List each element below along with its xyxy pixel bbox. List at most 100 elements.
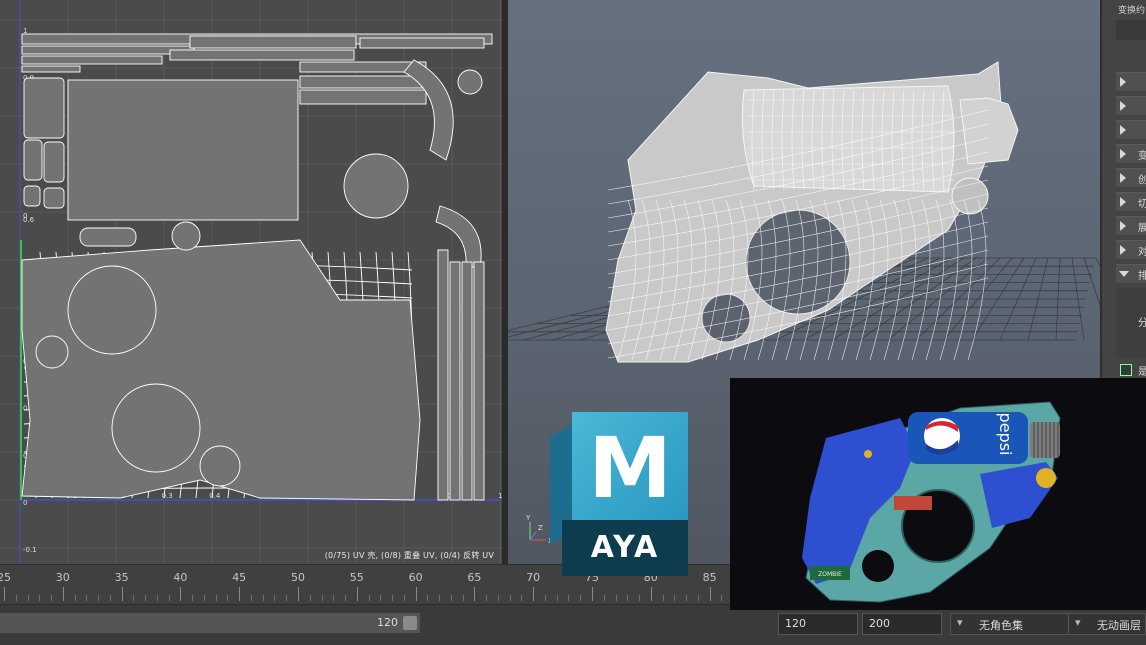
animation-end-field[interactable]: 200 — [862, 613, 942, 635]
attribute-section-header[interactable] — [1116, 96, 1146, 115]
animation-end-value: 200 — [869, 617, 890, 630]
uv-shell-small — [43, 187, 65, 209]
uv-shell-strip — [21, 65, 81, 73]
time-slider-tick-label: 25 — [0, 571, 11, 584]
range-slider-handle[interactable] — [403, 616, 417, 630]
time-slider-tick-label: 60 — [408, 571, 423, 584]
attribute-section-header[interactable]: 创 — [1116, 168, 1146, 187]
time-slider-minor-tick — [721, 595, 723, 601]
time-slider-minor-tick — [697, 595, 699, 601]
reference-grip-hole — [862, 550, 894, 582]
layout-checkbox[interactable] — [1120, 364, 1132, 376]
maya-logo-letter: M — [588, 419, 672, 517]
uv-shell-strip — [21, 45, 195, 55]
uv-fan-shell — [35, 335, 69, 369]
time-slider-minor-tick — [521, 595, 523, 601]
triangle-right-icon — [1120, 245, 1126, 255]
time-slider-minor-tick — [380, 595, 382, 601]
reference-gold-knob — [1036, 468, 1056, 488]
uv-vertical-strip — [437, 249, 449, 501]
time-slider-tick — [533, 587, 535, 601]
triangle-right-icon — [1120, 197, 1126, 207]
attribute-editor-header-field[interactable] — [1116, 20, 1146, 40]
attribute-section-header[interactable]: 排 — [1116, 264, 1146, 283]
revolver-hammer-wheel — [951, 177, 989, 215]
uv-fan-shell — [111, 383, 201, 473]
time-slider-tick-label: 40 — [173, 571, 188, 584]
time-slider-tick — [180, 587, 182, 601]
attribute-section-header[interactable] — [1116, 72, 1146, 91]
uv-fan-shell — [171, 221, 201, 251]
time-slider-minor-tick — [603, 595, 605, 601]
axis-z-icon — [529, 531, 537, 541]
time-slider-minor-tick — [662, 595, 664, 601]
time-slider-minor-tick — [133, 595, 135, 601]
time-slider-minor-tick — [345, 595, 347, 601]
uv-shell-strip — [299, 89, 427, 105]
time-slider-minor-tick — [250, 595, 252, 601]
layout-options-section: 分 — [1116, 288, 1146, 358]
time-slider-minor-tick — [686, 595, 688, 601]
attribute-section-header[interactable]: 变 — [1116, 144, 1146, 163]
playback-range-slider[interactable]: 120 — [0, 613, 420, 633]
time-slider-minor-tick — [486, 595, 488, 601]
time-slider-tick-label: 30 — [55, 571, 70, 584]
time-slider-minor-tick — [156, 595, 158, 601]
layout-checkbox-row[interactable]: 是 — [1116, 362, 1146, 378]
time-slider-minor-tick — [333, 595, 335, 601]
maya-logo: M AYA — [550, 412, 692, 578]
animation-start-field[interactable]: 120 — [778, 613, 858, 635]
uv-fan-shell — [199, 445, 241, 487]
uv-shell-status-text: (0/75) UV 壳, (0/8) 重叠 UV, (0/4) 反转 UV — [324, 551, 494, 560]
uv-shell-pill — [79, 227, 137, 247]
animation-layer-dropdown[interactable]: ▾ 无动画层 — [1068, 613, 1146, 635]
time-slider-minor-tick — [580, 595, 582, 601]
maya-logo-text: AYA — [590, 530, 660, 565]
uv-shell-small — [23, 139, 43, 181]
triangle-right-icon — [1120, 101, 1126, 111]
time-slider-minor-tick — [674, 595, 676, 601]
time-slider-minor-tick — [215, 595, 217, 601]
character-set-label: 无角色集 — [979, 619, 1023, 632]
revolver-barrel — [959, 97, 1019, 165]
attribute-section-label: 变 — [1138, 147, 1146, 162]
time-slider-minor-tick — [27, 595, 29, 601]
triangle-right-icon — [1120, 221, 1126, 231]
attribute-section-header[interactable]: 展 — [1116, 216, 1146, 235]
chevron-down-icon: ▾ — [1075, 616, 1081, 629]
uv-editor-canvas[interactable]: 0.10.20.30.40.50.60.70.80.9110.90.80.70.… — [0, 0, 502, 564]
attribute-section-label: 切 — [1138, 195, 1146, 210]
time-slider-minor-tick — [627, 595, 629, 601]
attribute-section-header[interactable] — [1116, 120, 1146, 139]
uv-editor-panel[interactable]: 0.10.20.30.40.50.60.70.80.9110.90.80.70.… — [0, 0, 502, 564]
range-slider-bar: 120 120 200 ▾ 无角色集 ▾ 无动画层 — [0, 604, 1146, 645]
time-slider-minor-tick — [509, 595, 511, 601]
attribute-editor-title: 变换约 — [1118, 6, 1146, 16]
character-set-dropdown[interactable]: ▾ 无角色集 — [950, 613, 1086, 635]
time-slider-minor-tick — [450, 595, 452, 601]
uv-origin-label: 0 — [23, 212, 27, 220]
uv-shell-strip — [21, 55, 163, 65]
reference-label-text: ZOMBIE — [818, 571, 842, 578]
time-slider-minor-tick — [309, 595, 311, 601]
time-slider-minor-tick — [109, 595, 111, 601]
attribute-section-label: 对 — [1138, 243, 1146, 258]
uv-shell-small — [43, 141, 65, 183]
time-slider-tick — [650, 587, 652, 601]
attribute-editor-panel: 变换约 变创切展对排 分 是 — [1100, 0, 1146, 380]
time-slider-minor-tick — [98, 595, 100, 601]
time-slider-tick — [298, 587, 299, 601]
uv-arc-shell — [403, 59, 454, 161]
time-slider-minor-tick — [192, 595, 194, 601]
time-slider-minor-tick — [39, 595, 41, 601]
animation-start-value: 120 — [785, 617, 806, 630]
layout-checkbox-label: 是 — [1138, 363, 1146, 378]
time-slider-minor-tick — [568, 595, 570, 601]
attribute-section-header[interactable]: 对 — [1116, 240, 1146, 259]
time-slider-minor-tick — [368, 595, 370, 601]
reference-screw — [864, 450, 872, 458]
ground-grid-line — [1083, 257, 1100, 307]
attribute-section-header[interactable]: 切 — [1116, 192, 1146, 211]
uv-shell-small — [23, 185, 41, 207]
reference-photo: pepsi ZOMBIE — [730, 378, 1146, 610]
